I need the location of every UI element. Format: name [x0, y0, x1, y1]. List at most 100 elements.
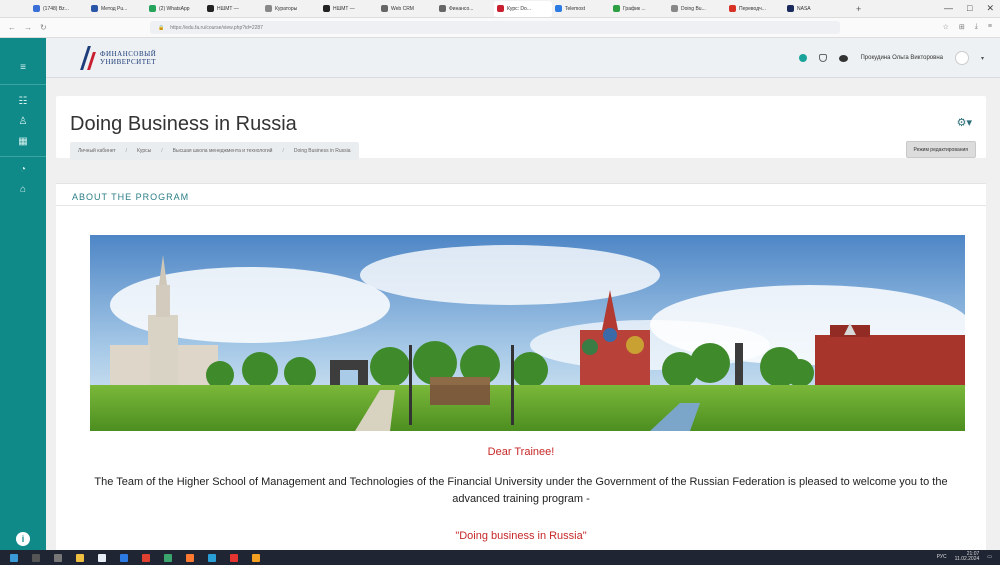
- app-icon[interactable]: [164, 553, 172, 562]
- tab-label: (2) WhatsApp: [159, 5, 190, 12]
- tab-label: Кураторы: [275, 5, 298, 12]
- browser-tab[interactable]: (1748) Bz...: [30, 5, 88, 12]
- logo-line-2: УНИВЕРСИТЕТ: [100, 58, 157, 66]
- telegram-icon[interactable]: [208, 553, 216, 562]
- tab-label: Web CRM: [391, 5, 414, 12]
- tab-favicon-icon: [33, 5, 40, 12]
- browser-tab[interactable]: График ...: [610, 5, 668, 12]
- tab-label: График ...: [623, 5, 646, 12]
- browser-tab[interactable]: Метод Pu...: [88, 5, 146, 12]
- messages-chat-icon[interactable]: [839, 54, 849, 62]
- task-view-icon[interactable]: [54, 553, 62, 562]
- tab-favicon-icon: [323, 5, 330, 12]
- app-icon[interactable]: [142, 553, 150, 562]
- nav-drawer: ≡ ☷ ♙ ▦ ◔ ⌂: [0, 38, 46, 550]
- browser-tab[interactable]: Doing Bu...: [668, 5, 726, 12]
- breadcrumb-item-school[interactable]: Высшая школа менеджмента и технологий: [173, 148, 273, 154]
- logo-mark-icon: [80, 46, 96, 70]
- maximize-button[interactable]: □: [967, 3, 972, 14]
- university-logo[interactable]: ФИНАНСОВЫЙ УНИВЕРСИТЕТ: [80, 46, 156, 70]
- forward-icon[interactable]: →: [24, 23, 32, 32]
- home-icon[interactable]: ⌂: [0, 184, 46, 195]
- browser-tab[interactable]: NASA: [784, 5, 842, 12]
- sidebar-divider: [0, 156, 46, 157]
- chevron-down-icon[interactable]: ▾: [981, 55, 984, 62]
- browser-tab[interactable]: Переводч...: [726, 5, 784, 12]
- file-explorer-icon[interactable]: [76, 553, 84, 562]
- calendar-icon[interactable]: ▦: [0, 136, 46, 147]
- clock[interactable]: 21:07 11.02.2024: [955, 552, 980, 562]
- lock-icon: 🔒: [158, 24, 165, 31]
- store-icon[interactable]: [98, 553, 106, 562]
- browser-tab-strip: (1748) Bz... Метод Pu... (2) WhatsApp НШМТ …: [0, 0, 1000, 18]
- window-controls: — □ ✕: [944, 3, 994, 14]
- breadcrumb-item-course[interactable]: Doing Business in Russia: [294, 148, 351, 154]
- gear-icon[interactable]: ⚙▾: [957, 116, 972, 129]
- browser-toolbar-icons: ☆ ⊞ ⤓ ≡: [943, 23, 992, 31]
- app-icon[interactable]: [252, 553, 260, 562]
- grades-icon[interactable]: ♙: [0, 116, 46, 127]
- greeting-text: Dear Trainee!: [487, 446, 555, 458]
- browser-tab[interactable]: Финансо...: [436, 5, 494, 12]
- downloads-icon[interactable]: ⤓: [975, 23, 978, 31]
- breadcrumb-item-dashboard[interactable]: Личный кабинет: [78, 148, 116, 154]
- tab-label: Финансо...: [449, 5, 474, 12]
- extensions-icon[interactable]: ⊞: [959, 23, 965, 31]
- mail-icon[interactable]: [120, 553, 128, 562]
- url-text: https://edu.fa.ru/course/view.php?id=228…: [170, 24, 263, 31]
- url-field[interactable]: 🔒 https://edu.fa.ru/course/view.php?id=2…: [150, 21, 840, 34]
- site-header: ФИНАНСОВЫЙ УНИВЕРСИТЕТ Прокудина Ольга В…: [46, 38, 1000, 78]
- tab-label: NASA: [797, 5, 811, 12]
- hamburger-icon[interactable]: ≡: [0, 62, 46, 73]
- tab-label: Курс: Do...: [507, 5, 531, 12]
- tray-language[interactable]: РУС: [937, 554, 947, 560]
- firefox-icon[interactable]: [186, 553, 194, 562]
- new-tab-button[interactable]: +: [856, 4, 861, 14]
- logo-text: ФИНАНСОВЫЙ УНИВЕРСИТЕТ: [100, 50, 156, 66]
- tab-favicon-icon: [207, 5, 214, 12]
- menu-icon[interactable]: ≡: [988, 23, 992, 31]
- tab-label: Telemost: [565, 5, 586, 12]
- browser-tab[interactable]: НШМТ —: [320, 5, 378, 12]
- bookmark-star-icon[interactable]: ☆: [943, 23, 949, 31]
- search-icon[interactable]: [32, 553, 40, 562]
- browser-tab[interactable]: (2) WhatsApp: [146, 5, 204, 12]
- tab-label: НШМТ —: [217, 5, 239, 12]
- yandex-icon[interactable]: [230, 553, 238, 562]
- moscow-landmarks-illustration: [90, 235, 965, 431]
- browser-tab[interactable]: НШМТ —: [204, 5, 262, 12]
- back-icon[interactable]: ←: [8, 23, 16, 32]
- browser-tab[interactable]: Курс: Do...: [494, 0, 552, 17]
- breadcrumb-separator: /: [125, 148, 128, 154]
- tab-label: (1748) Bz...: [43, 5, 69, 12]
- notifications-icon[interactable]: ▭: [987, 554, 992, 560]
- start-icon[interactable]: [10, 553, 18, 562]
- tab-favicon-icon: [787, 5, 794, 12]
- help-icon[interactable]: i: [16, 532, 30, 546]
- close-window-button[interactable]: ✕: [986, 3, 994, 14]
- tab-favicon-icon: [149, 5, 156, 12]
- taskbar-app-icons: [10, 553, 260, 562]
- browser-tab[interactable]: Кураторы: [262, 5, 320, 12]
- participants-icon[interactable]: ☷: [0, 96, 46, 107]
- browser-tab[interactable]: Web CRM: [378, 5, 436, 12]
- user-name[interactable]: Прокудина Ольга Викторовна: [860, 55, 943, 61]
- breadcrumb-item-courses[interactable]: Курсы: [137, 148, 151, 154]
- minimize-button[interactable]: —: [944, 3, 953, 14]
- browser-tab[interactable]: Telemost: [552, 5, 610, 12]
- edit-mode-button[interactable]: Режим редактирования: [905, 141, 976, 158]
- notifications-bell-icon[interactable]: [819, 54, 828, 62]
- tab-favicon-icon: [265, 5, 272, 12]
- dashboard-icon[interactable]: ◔: [0, 164, 46, 175]
- language-globe-icon[interactable]: [799, 54, 808, 62]
- course-section-card: ABOUT THE PROGRAM Dear Trainee! The Team…: [56, 183, 986, 553]
- sidebar-divider: [0, 84, 46, 85]
- avatar[interactable]: [954, 51, 969, 65]
- tab-label: Метод Pu...: [101, 5, 128, 12]
- program-name: "Doing business in Russia": [455, 530, 587, 542]
- program-banner-image: [90, 235, 965, 431]
- system-tray: РУС 21:07 11.02.2024 ▭: [937, 552, 992, 562]
- tab-label: Переводч...: [739, 5, 766, 12]
- page-title: Doing Business in Russia: [70, 113, 297, 135]
- reload-icon[interactable]: ↻: [40, 23, 47, 32]
